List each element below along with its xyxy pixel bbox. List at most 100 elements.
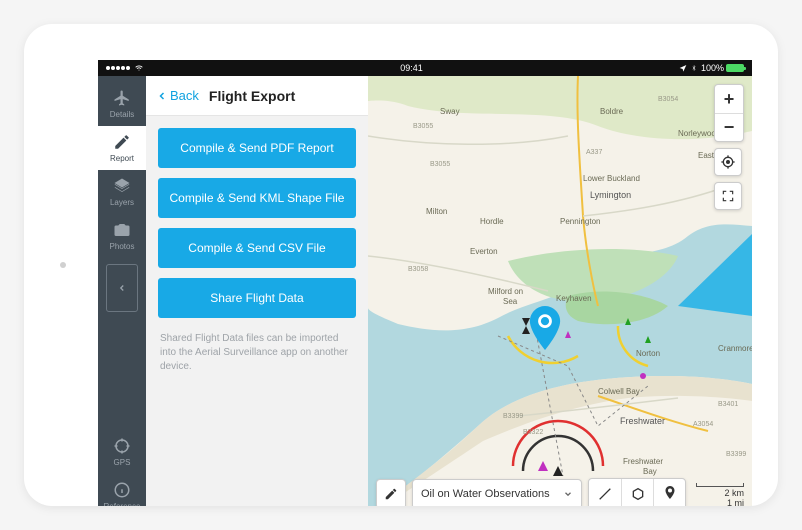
app-root: Details Report Layers Photos: [98, 76, 752, 506]
sidebar-collapse-button[interactable]: [106, 264, 138, 312]
status-right: 100%: [679, 63, 744, 73]
svg-text:Norton: Norton: [636, 349, 660, 358]
svg-text:Milton: Milton: [426, 207, 447, 216]
signal-icon: [106, 66, 130, 70]
svg-text:Milford on: Milford on: [488, 287, 523, 296]
fullscreen-icon: [721, 189, 735, 203]
battery-percent: 100%: [701, 63, 724, 73]
svg-text:B3399: B3399: [726, 451, 746, 458]
locate-icon: [720, 154, 736, 170]
back-label: Back: [170, 88, 199, 103]
compile-csv-button[interactable]: Compile & Send CSV File: [158, 228, 356, 268]
observation-select[interactable]: Oil on Water Observations: [412, 479, 582, 506]
svg-text:Bay: Bay: [643, 467, 657, 476]
locate-button[interactable]: [714, 148, 742, 176]
line-tool-button[interactable]: [589, 479, 621, 506]
shape-tools: [588, 478, 686, 506]
sidebar-item-report[interactable]: Report: [98, 126, 146, 170]
status-time: 09:41: [400, 63, 423, 73]
bluetooth-icon: [691, 63, 697, 73]
battery-indicator: 100%: [701, 63, 744, 73]
sidebar-item-label: Photos: [110, 242, 135, 251]
svg-text:B3401: B3401: [718, 401, 738, 408]
observation-label: Oil on Water Observations: [421, 488, 550, 500]
svg-text:A337: A337: [586, 149, 602, 156]
tablet-frame: 09:41 100% Details Report: [24, 24, 778, 506]
sidebar-item-reference[interactable]: Reference: [98, 474, 146, 506]
svg-text:Hordle: Hordle: [480, 217, 504, 226]
svg-text:Freshwater: Freshwater: [620, 416, 665, 426]
svg-text:Boldre: Boldre: [600, 107, 624, 116]
sidebar-item-label: Reference: [104, 502, 141, 506]
info-icon: [113, 481, 131, 499]
panel-header: Back Flight Export: [146, 76, 368, 116]
svg-text:Pennington: Pennington: [560, 217, 600, 226]
svg-text:Sea: Sea: [503, 297, 518, 306]
panel-title: Flight Export: [209, 88, 295, 104]
airplane-icon: [113, 89, 131, 107]
share-flight-data-button[interactable]: Share Flight Data: [158, 278, 356, 318]
location-arrow-icon: [679, 64, 687, 72]
panel-body: Compile & Send PDF Report Compile & Send…: [146, 116, 368, 386]
sidebar-item-label: GPS: [114, 458, 131, 467]
svg-text:Colwell Bay: Colwell Bay: [598, 387, 640, 396]
svg-text:Everton: Everton: [470, 247, 498, 256]
map-area[interactable]: Sway Boldre Norleywood East End Lower Bu…: [368, 76, 752, 506]
polygon-icon: [630, 486, 646, 502]
camera-icon: [113, 221, 131, 239]
scale-mi: 1 mi: [696, 498, 744, 506]
camera-dot: [60, 262, 66, 268]
fullscreen-button[interactable]: [714, 182, 742, 210]
chevron-left-icon: [156, 90, 168, 102]
chevron-down-icon: [563, 489, 573, 499]
map-scale: 2 km 1 mi: [696, 483, 744, 506]
map-pin-icon[interactable]: [528, 306, 562, 350]
svg-text:Freshwater: Freshwater: [623, 457, 663, 466]
sidebar-item-photos[interactable]: Photos: [98, 214, 146, 258]
back-button[interactable]: Back: [156, 88, 199, 103]
compile-kml-button[interactable]: Compile & Send KML Shape File: [158, 178, 356, 218]
pencil-icon: [384, 487, 398, 501]
map-controls: + −: [714, 84, 744, 210]
line-icon: [597, 486, 613, 502]
map-toolbar: Oil on Water Observations: [376, 478, 744, 506]
sidebar-item-label: Layers: [110, 198, 134, 207]
layers-icon: [113, 177, 131, 195]
svg-text:Cranmore: Cranmore: [718, 344, 752, 353]
zoom-out-button[interactable]: −: [715, 113, 743, 141]
svg-text:Keyhaven: Keyhaven: [556, 294, 592, 303]
draw-pencil-button[interactable]: [376, 479, 406, 506]
svg-text:B3055: B3055: [430, 161, 450, 168]
svg-text:B3322: B3322: [523, 429, 543, 436]
svg-text:Lower Buckland: Lower Buckland: [583, 174, 640, 183]
zoom-in-button[interactable]: +: [715, 85, 743, 113]
sidebar-item-label: Report: [110, 154, 134, 163]
svg-text:Lymington: Lymington: [590, 190, 631, 200]
sidebar-item-gps[interactable]: GPS: [98, 430, 146, 474]
export-panel: Back Flight Export Compile & Send PDF Re…: [146, 76, 368, 506]
svg-text:A3054: A3054: [693, 421, 713, 428]
compile-pdf-button[interactable]: Compile & Send PDF Report: [158, 128, 356, 168]
help-text: Shared Flight Data files can be imported…: [158, 328, 356, 374]
crosshair-icon: [113, 437, 131, 455]
svg-text:B3055: B3055: [413, 123, 433, 130]
pencil-icon: [113, 133, 131, 151]
polygon-tool-button[interactable]: [621, 479, 653, 506]
marker-icon: [663, 486, 677, 502]
marker-tool-button[interactable]: [653, 479, 685, 506]
scale-km: 2 km: [696, 488, 744, 498]
sidebar-item-label: Details: [110, 110, 134, 119]
sidebar-item-layers[interactable]: Layers: [98, 170, 146, 214]
wifi-icon: [134, 64, 144, 72]
svg-text:B3054: B3054: [658, 96, 678, 103]
zoom-control: + −: [714, 84, 744, 142]
sidebar: Details Report Layers Photos: [98, 76, 146, 506]
sidebar-item-details[interactable]: Details: [98, 82, 146, 126]
status-bar: 09:41 100%: [98, 60, 752, 76]
svg-text:Sway: Sway: [440, 107, 460, 116]
chevron-left-icon: [117, 281, 127, 295]
svg-text:B3399: B3399: [503, 413, 523, 420]
map-background: Sway Boldre Norleywood East End Lower Bu…: [368, 76, 752, 506]
screen: 09:41 100% Details Report: [98, 60, 752, 506]
status-left: [106, 64, 144, 72]
